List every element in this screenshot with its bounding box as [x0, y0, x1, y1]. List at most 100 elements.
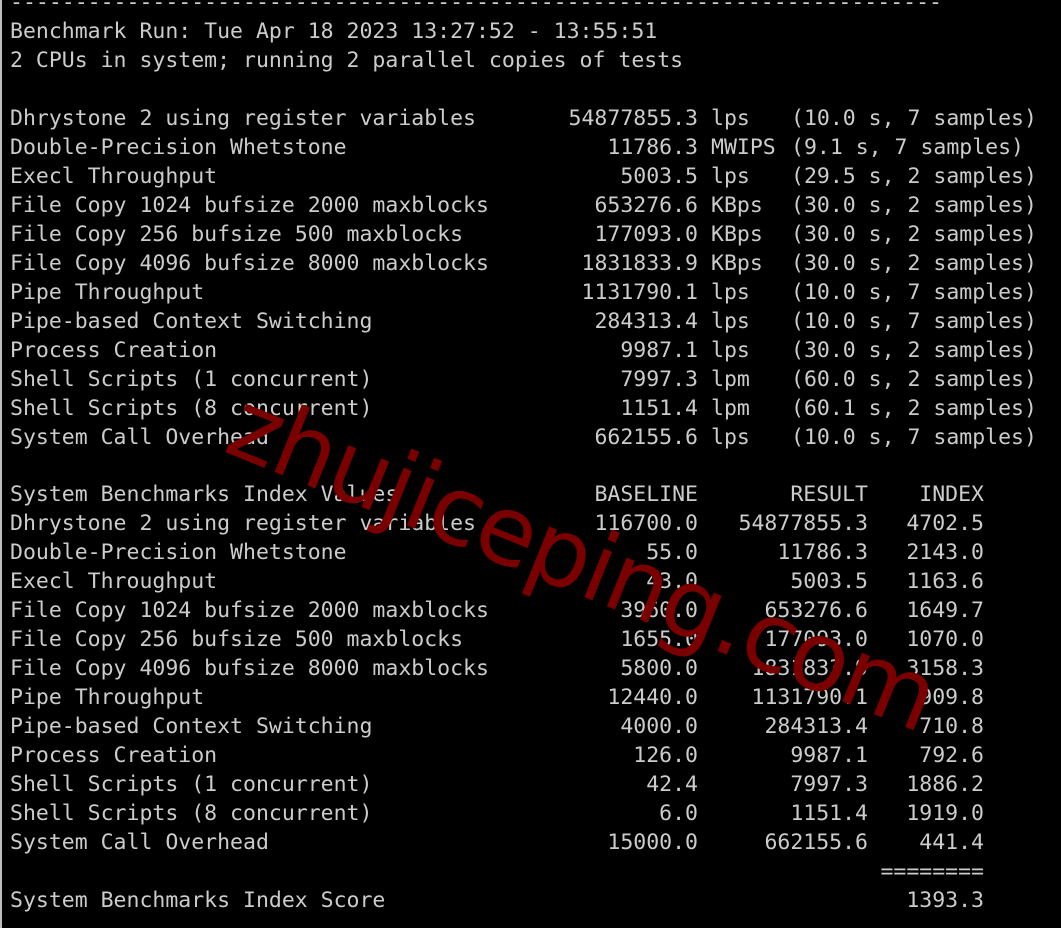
result-unit: lps	[711, 164, 750, 189]
result-unit: KBps	[711, 251, 763, 276]
result-name: Dhrystone 2 using register variables	[10, 106, 476, 131]
result-value: 54877855.3	[568, 106, 698, 131]
result-unit: lps	[711, 338, 750, 363]
result-unit: MWIPS	[711, 135, 776, 160]
index-baseline: 126.0	[633, 743, 698, 768]
index-value: 1163.6	[906, 569, 984, 594]
result-unit: KBps	[711, 193, 763, 218]
result-unit: lps	[711, 425, 750, 450]
index-name: Execl Throughput	[10, 569, 218, 594]
index-result: 9987.1	[790, 743, 868, 768]
index-score-value: 1393.3	[906, 888, 984, 913]
index-value: 3158.3	[906, 656, 984, 681]
index-result: 11786.3	[777, 540, 868, 565]
col-header-baseline: BASELINE	[594, 482, 698, 507]
index-baseline: 4000.0	[620, 714, 698, 739]
index-result: 7997.3	[790, 772, 868, 797]
result-name: Pipe Throughput	[10, 280, 205, 305]
result-name: File Copy 256 bufsize 500 maxblocks	[10, 222, 464, 247]
result-unit: lpm	[711, 367, 750, 392]
result-detail: (30.0 s, 2 samples)	[791, 222, 1037, 247]
result-name: System Call Overhead	[10, 425, 269, 450]
cpu-info-line: 2 CPUs in system; running 2 parallel cop…	[10, 48, 684, 73]
result-detail: (30.0 s, 2 samples)	[791, 338, 1037, 363]
index-value: 909.8	[919, 685, 984, 710]
col-header-result: RESULT	[790, 482, 868, 507]
result-name: Pipe-based Context Switching	[10, 309, 373, 334]
separator-line: ----------------------------------------…	[10, 0, 942, 15]
result-name: File Copy 1024 bufsize 2000 maxblocks	[10, 193, 489, 218]
index-name: File Copy 1024 bufsize 2000 maxblocks	[10, 598, 489, 623]
index-name: File Copy 4096 bufsize 8000 maxblocks	[10, 656, 489, 681]
index-name: Pipe Throughput	[10, 685, 205, 710]
result-unit: lps	[711, 309, 750, 334]
index-name: System Call Overhead	[10, 830, 269, 855]
result-unit: lpm	[711, 396, 750, 421]
index-value: 441.4	[919, 830, 984, 855]
result-detail: (60.1 s, 2 samples)	[791, 396, 1037, 421]
result-value: 7997.3	[620, 367, 698, 392]
index-name: File Copy 256 bufsize 500 maxblocks	[10, 627, 464, 652]
result-detail: (10.0 s, 7 samples)	[791, 280, 1037, 305]
index-value: 1070.0	[906, 627, 984, 652]
index-name: Process Creation	[10, 743, 218, 768]
result-unit: lps	[711, 106, 750, 131]
index-baseline: 55.0	[646, 540, 698, 565]
index-baseline: 6.0	[659, 801, 698, 826]
index-name: Shell Scripts (8 concurrent)	[10, 801, 373, 826]
result-value: 653276.6	[594, 193, 698, 218]
result-name: Shell Scripts (8 concurrent)	[10, 396, 373, 421]
index-baseline: 42.4	[646, 772, 698, 797]
result-name: Process Creation	[10, 338, 218, 363]
result-value: 1131790.1	[581, 280, 699, 305]
result-value: 11786.3	[607, 135, 698, 160]
index-value: 1919.0	[906, 801, 984, 826]
index-name: Pipe-based Context Switching	[10, 714, 373, 739]
index-result: 284313.4	[764, 714, 868, 739]
result-detail: (29.5 s, 2 samples)	[791, 164, 1037, 189]
index-value: 1649.7	[906, 598, 984, 623]
result-detail: (10.0 s, 7 samples)	[791, 106, 1037, 131]
index-result: 1831833.9	[751, 656, 869, 681]
result-value: 284313.4	[594, 309, 698, 334]
result-detail: (30.0 s, 2 samples)	[791, 251, 1037, 276]
result-detail: (9.1 s, 7 samples)	[791, 135, 1024, 160]
index-name: Shell Scripts (1 concurrent)	[10, 772, 373, 797]
index-baseline: 116700.0	[594, 511, 698, 536]
result-value: 5003.5	[620, 164, 698, 189]
index-result: 5003.5	[790, 569, 868, 594]
index-result: 1131790.1	[751, 685, 869, 710]
index-baseline: 43.0	[646, 569, 698, 594]
index-result: 1151.4	[790, 801, 868, 826]
result-value: 9987.1	[620, 338, 698, 363]
index-value: 792.6	[919, 743, 984, 768]
benchmark-run-line: Benchmark Run: Tue Apr 18 2023 13:27:52 …	[10, 19, 658, 44]
result-detail: (60.0 s, 2 samples)	[791, 367, 1037, 392]
terminal-window: ----------------------------------------…	[0, 0, 1061, 928]
result-value: 1151.4	[620, 396, 698, 421]
result-value: 1831833.9	[581, 251, 699, 276]
index-baseline: 1655.0	[620, 627, 698, 652]
index-result: 54877855.3	[738, 511, 868, 536]
index-baseline: 3960.0	[620, 598, 698, 623]
index-value: 710.8	[919, 714, 984, 739]
col-header-index: INDEX	[919, 482, 984, 507]
result-detail: (10.0 s, 7 samples)	[791, 425, 1037, 450]
index-baseline: 15000.0	[607, 830, 698, 855]
index-result: 653276.6	[764, 598, 868, 623]
result-name: Execl Throughput	[10, 164, 218, 189]
result-detail: (10.0 s, 7 samples)	[791, 309, 1037, 334]
result-name: Double-Precision Whetstone	[10, 135, 347, 160]
index-result: 177093.0	[764, 627, 868, 652]
result-detail: (30.0 s, 2 samples)	[791, 193, 1037, 218]
result-value: 662155.6	[594, 425, 698, 450]
index-value: 1886.2	[906, 772, 984, 797]
result-unit: lps	[711, 280, 750, 305]
result-value: 177093.0	[594, 222, 698, 247]
index-result: 662155.6	[764, 830, 868, 855]
index-baseline: 12440.0	[607, 685, 698, 710]
result-name: Shell Scripts (1 concurrent)	[10, 367, 373, 392]
index-name: Dhrystone 2 using register variables	[10, 511, 476, 536]
result-unit: KBps	[711, 222, 763, 247]
index-baseline: 5800.0	[620, 656, 698, 681]
